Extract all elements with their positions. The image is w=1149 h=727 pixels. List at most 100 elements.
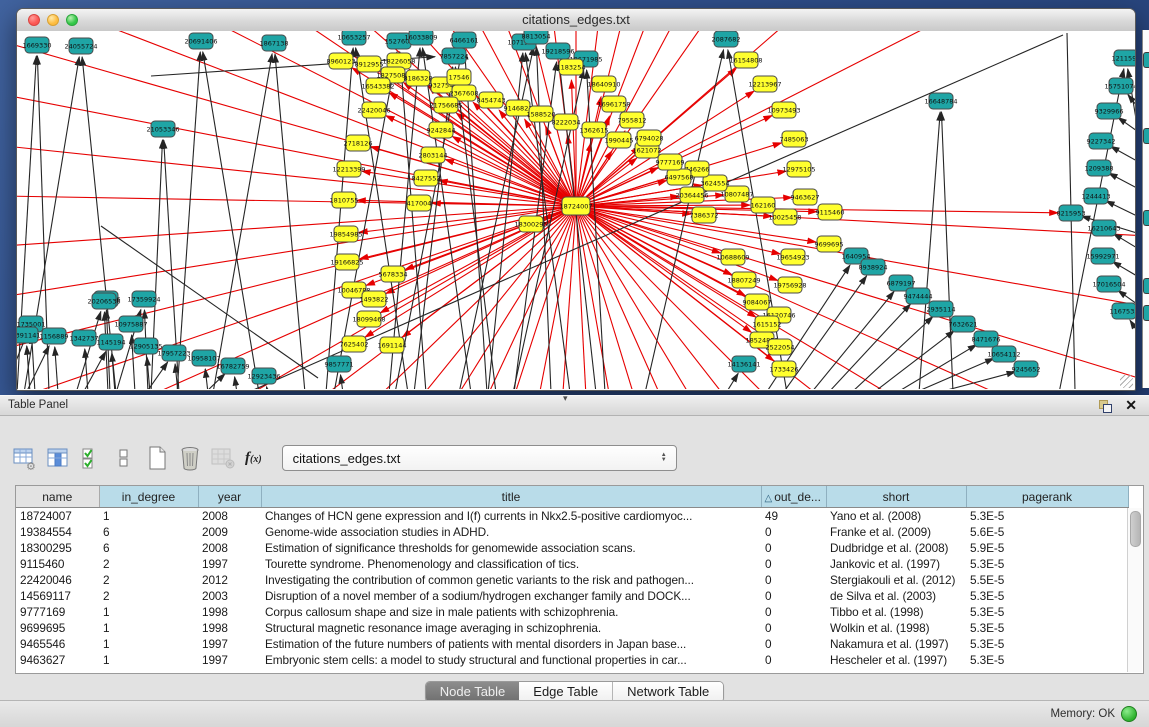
window-resize-grip[interactable] (1120, 375, 1133, 388)
table-cell[interactable]: 6 (99, 524, 198, 540)
show-columns-button[interactable] (43, 443, 73, 473)
table-cell[interactable]: Embryonic stem cells: a model to study s… (261, 652, 761, 668)
table-cell[interactable]: 18724007 (16, 508, 99, 525)
splitter-handle-icon[interactable]: ▾ (563, 393, 568, 404)
table-row[interactable]: 1938455462009Genome-wide association stu… (16, 524, 1128, 540)
table-cell[interactable]: 1 (99, 508, 198, 525)
table-cell[interactable]: 5.3E-5 (966, 620, 1128, 636)
table-cell[interactable]: 5.9E-5 (966, 540, 1128, 556)
table-cell[interactable]: 5.3E-5 (966, 508, 1128, 525)
table-header-row[interactable]: namein_degreeyeartitle△out_de...shortpag… (16, 486, 1128, 508)
table-cell[interactable]: Franke et al. (2009) (826, 524, 966, 540)
table-cell[interactable]: 9699695 (16, 620, 99, 636)
table-cell[interactable]: Structural magnetic resonance image aver… (261, 620, 761, 636)
table-cell[interactable]: Corpus callosum shape and size in male p… (261, 604, 761, 620)
table-cell[interactable]: 2009 (198, 524, 261, 540)
table-cell[interactable]: 6 (99, 540, 198, 556)
table-cell[interactable]: 2 (99, 556, 198, 572)
close-panel-icon[interactable]: ✕ (1125, 397, 1137, 414)
table-cell[interactable]: 1997 (198, 636, 261, 652)
table-cell[interactable]: 1998 (198, 604, 261, 620)
network-window[interactable]: citations_edges.txt 16693302405572420691… (16, 8, 1136, 391)
table-cell[interactable]: Estimation of significance thresholds fo… (261, 540, 761, 556)
table-cell[interactable]: Genome-wide association studies in ADHD. (261, 524, 761, 540)
table-cell[interactable]: 1997 (198, 652, 261, 668)
column-header-name[interactable]: name (16, 486, 99, 508)
table-cell[interactable]: 5.3E-5 (966, 636, 1128, 652)
table-scrollbar-thumb[interactable] (1130, 511, 1141, 547)
tab-node-table[interactable]: Node Table (426, 682, 520, 702)
table-cell[interactable]: 5.3E-5 (966, 604, 1128, 620)
tab-edge-table[interactable]: Edge Table (519, 682, 612, 702)
clear-selection-button[interactable] (109, 443, 139, 473)
table-cell[interactable]: 19384554 (16, 524, 99, 540)
table-row[interactable]: 911546021997Tourette syndrome. Phenomeno… (16, 556, 1128, 572)
table-cell[interactable]: 9463627 (16, 652, 99, 668)
table-cell[interactable]: Jankovic et al. (1997) (826, 556, 966, 572)
table-cell[interactable]: 2012 (198, 572, 261, 588)
table-cell[interactable]: 0 (761, 636, 826, 652)
memory-status-indicator[interactable] (1121, 706, 1137, 722)
table-cell[interactable]: 1 (99, 652, 198, 668)
table-cell[interactable]: Hescheler et al. (1997) (826, 652, 966, 668)
table-cell[interactable]: 0 (761, 540, 826, 556)
table-cell[interactable]: Dudbridge et al. (2008) (826, 540, 966, 556)
network-graph-canvas[interactable]: 1669330240557242069140618671381065325715… (17, 31, 1135, 389)
table-cell[interactable]: 2003 (198, 588, 261, 604)
table-cell[interactable]: Stergiakouli et al. (2012) (826, 572, 966, 588)
table-cell[interactable]: 14569117 (16, 588, 99, 604)
table-row[interactable]: 946554611997Estimation of the future num… (16, 636, 1128, 652)
citation-network-graph[interactable]: 1669330240557242069140618671381065325715… (17, 31, 1135, 389)
select-all-button[interactable] (76, 443, 106, 473)
column-header-out_degree[interactable]: △out_de... (761, 486, 826, 508)
table-row[interactable]: 1872400712008Changes of HCN gene express… (16, 508, 1128, 525)
column-header-year[interactable]: year (198, 486, 261, 508)
table-cell[interactable]: 2008 (198, 508, 261, 525)
table-cell[interactable]: Yano et al. (2008) (826, 508, 966, 525)
table-cell[interactable]: 1998 (198, 620, 261, 636)
table-cell[interactable]: Tourette syndrome. Phenomenology and cla… (261, 556, 761, 572)
table-row[interactable]: 1830029562008Estimation of significance … (16, 540, 1128, 556)
table-source-dropdown[interactable]: citations_edges.txt ▲▼ (282, 445, 677, 471)
table-cell[interactable]: 9777169 (16, 604, 99, 620)
table-cell[interactable]: 9115460 (16, 556, 99, 572)
delete-table-button[interactable] (208, 443, 238, 473)
table-cell[interactable]: 22420046 (16, 572, 99, 588)
table-cell[interactable]: 0 (761, 556, 826, 572)
table-cell[interactable]: 9465546 (16, 636, 99, 652)
table-row[interactable]: 1456911722003Disruption of a novel membe… (16, 588, 1128, 604)
network-window-titlebar[interactable]: citations_edges.txt (17, 9, 1135, 32)
table-cell[interactable]: Changes of HCN gene expression and I(f) … (261, 508, 761, 525)
table-scrollbar[interactable] (1127, 508, 1142, 672)
table-options-button[interactable]: ⚙ (10, 443, 40, 473)
table-cell[interactable]: 5.3E-5 (966, 556, 1128, 572)
table-cell[interactable]: 1997 (198, 556, 261, 572)
table-cell[interactable]: 2 (99, 572, 198, 588)
new-table-button[interactable] (142, 443, 172, 473)
table-cell[interactable]: 0 (761, 572, 826, 588)
table-cell[interactable]: Estimation of the future numbers of pati… (261, 636, 761, 652)
table-cell[interactable]: 1 (99, 620, 198, 636)
table-cell[interactable]: 0 (761, 620, 826, 636)
table-row[interactable]: 946362711997Embryonic stem cells: a mode… (16, 652, 1128, 668)
table-cell[interactable]: Wolkin et al. (1998) (826, 620, 966, 636)
table-row[interactable]: 969969511998Structural magnetic resonanc… (16, 620, 1128, 636)
table-cell[interactable]: 0 (761, 604, 826, 620)
table-cell[interactable]: 49 (761, 508, 826, 525)
column-header-title[interactable]: title (261, 486, 761, 508)
tab-network-table[interactable]: Network Table (612, 682, 723, 702)
table-cell[interactable]: 2008 (198, 540, 261, 556)
column-header-pagerank[interactable]: pagerank (966, 486, 1128, 508)
table-cell[interactable]: 1 (99, 636, 198, 652)
table-cell[interactable]: de Silva et al. (2003) (826, 588, 966, 604)
table-cell[interactable]: 18300295 (16, 540, 99, 556)
table-cell[interactable]: 5.5E-5 (966, 572, 1128, 588)
column-header-in_degree[interactable]: in_degree (99, 486, 198, 508)
float-panel-icon[interactable] (1099, 400, 1111, 412)
table-cell[interactable]: 0 (761, 588, 826, 604)
table-cell[interactable]: 0 (761, 652, 826, 668)
table-cell[interactable]: 5.3E-5 (966, 588, 1128, 604)
table-cell[interactable]: 0 (761, 524, 826, 540)
table-cell[interactable]: Nakamura et al. (1997) (826, 636, 966, 652)
table-cell[interactable]: 5.3E-5 (966, 652, 1128, 668)
